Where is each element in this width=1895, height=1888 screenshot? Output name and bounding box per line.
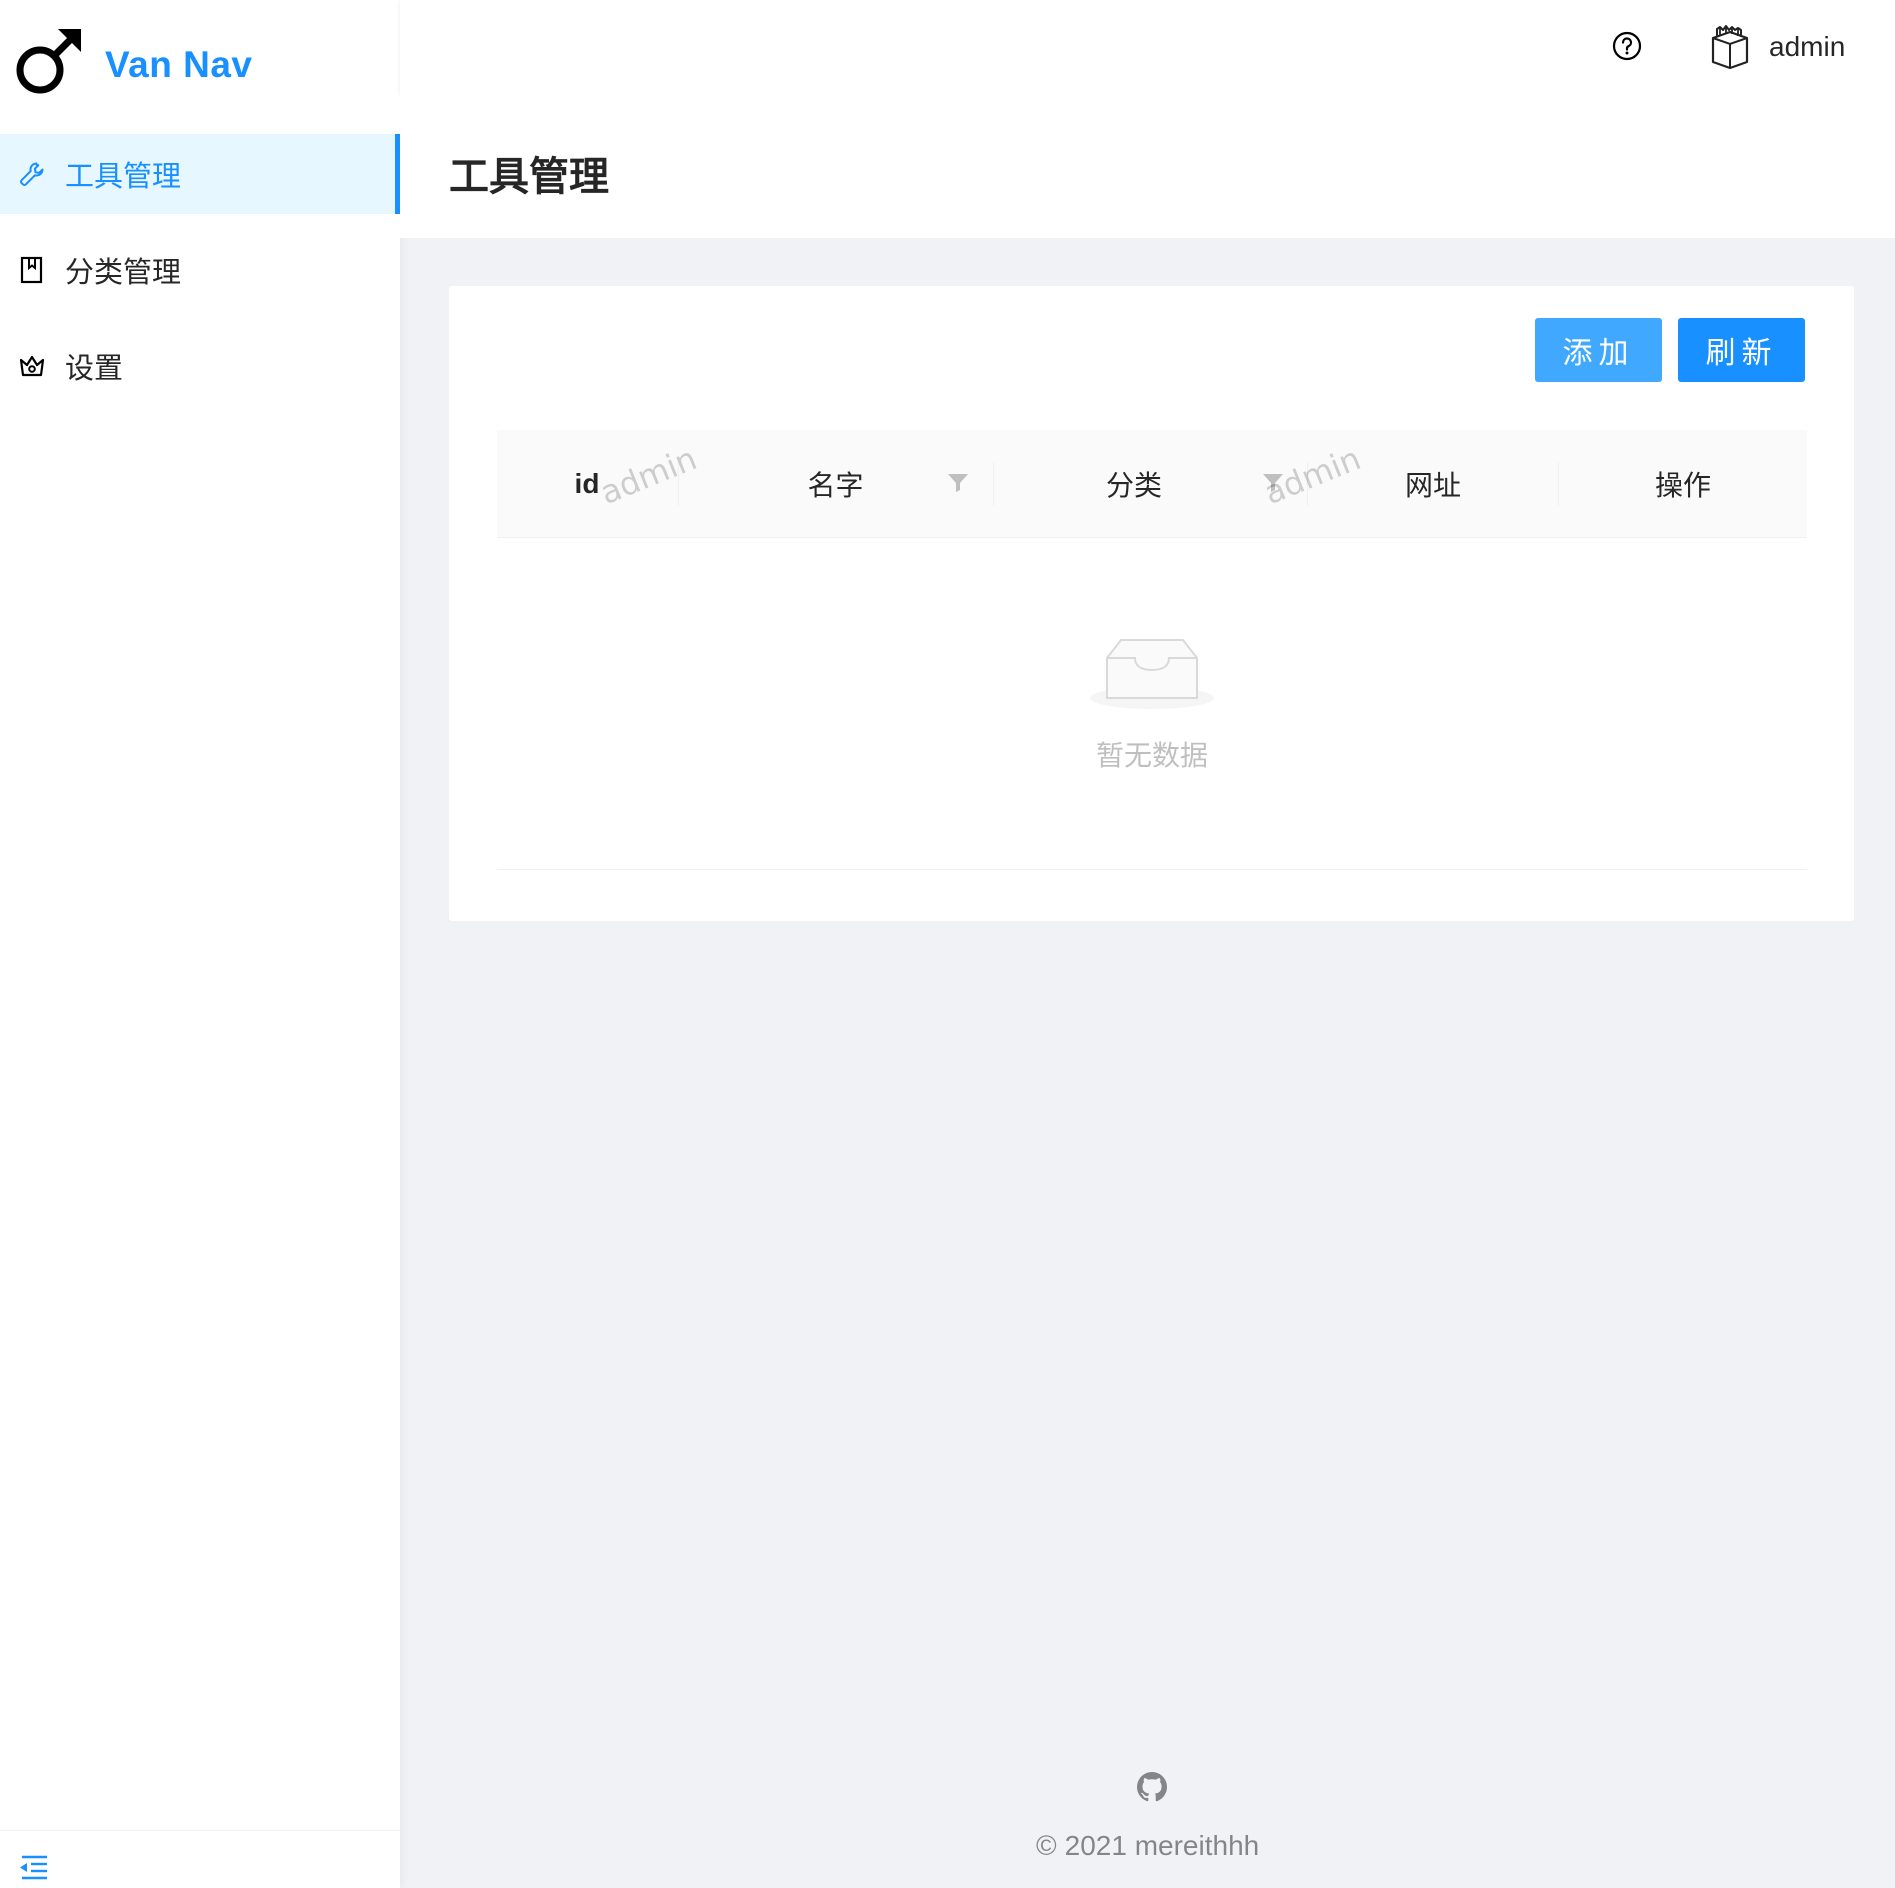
app-title: Van Nav xyxy=(105,44,253,85)
filter-icon[interactable] xyxy=(1261,470,1285,494)
sidebar-item-label: 设置 xyxy=(65,353,124,385)
page-header: 工具管理 xyxy=(400,94,1895,238)
copyright-symbol: © xyxy=(1036,1830,1057,1861)
column-label: 名字 xyxy=(807,470,864,501)
logo[interactable]: Van Nav xyxy=(0,0,400,130)
top-header: admin xyxy=(400,0,1895,94)
question-circle-icon[interactable] xyxy=(1612,31,1642,61)
column-label: 操作 xyxy=(1654,470,1711,501)
copyright-text: 2021 mereithhh xyxy=(1064,1830,1260,1861)
sidebar-item-settings[interactable]: 设置 xyxy=(0,326,400,406)
book-icon xyxy=(20,256,43,284)
crown-icon xyxy=(19,355,45,377)
username[interactable]: admin xyxy=(1769,31,1845,63)
menu-fold-icon[interactable] xyxy=(18,1853,48,1881)
sidebar-collapse-bar[interactable] xyxy=(0,1830,400,1888)
sidebar-item-label: 分类管理 xyxy=(65,257,182,289)
mars-symbol-icon xyxy=(16,29,81,94)
avatar-icon[interactable] xyxy=(1709,24,1751,70)
column-label: 分类 xyxy=(1105,470,1162,501)
empty-text: 暂无数据 xyxy=(1095,740,1208,771)
footer-copyright: © 2021 mereithhh xyxy=(1036,1830,1259,1862)
tools-card: 添加 刷新 id 名字 分类 网址 操作 admin admin 暂无数据 xyxy=(449,286,1854,921)
column-header-actions: 操作 xyxy=(1559,430,1807,538)
github-icon[interactable] xyxy=(1137,1772,1167,1802)
sidebar-item-tools[interactable]: 工具管理 xyxy=(0,134,400,214)
column-label: id xyxy=(574,468,600,499)
column-header-category[interactable]: 分类 xyxy=(994,430,1274,538)
sidebar: Van Nav 工具管理 分类管理 设置 xyxy=(0,0,400,1888)
column-header-url[interactable]: 网址 xyxy=(1308,430,1558,538)
empty-inbox-icon xyxy=(1090,639,1214,709)
column-header-id[interactable]: id xyxy=(497,430,677,538)
add-button[interactable]: 添加 xyxy=(1535,318,1662,382)
table-header: id 名字 分类 网址 操作 admin admin xyxy=(497,430,1807,538)
refresh-button[interactable]: 刷新 xyxy=(1678,318,1805,382)
sidebar-item-label: 工具管理 xyxy=(65,161,182,193)
empty-state: 暂无数据 xyxy=(497,538,1807,870)
sidebar-item-categories[interactable]: 分类管理 xyxy=(0,230,400,310)
page-title: 工具管理 xyxy=(449,155,609,199)
filter-icon[interactable] xyxy=(946,470,970,494)
column-label: 网址 xyxy=(1404,470,1461,501)
tool-icon xyxy=(20,162,44,186)
tools-table: id 名字 分类 网址 操作 admin admin 暂无数据 xyxy=(497,430,1807,870)
